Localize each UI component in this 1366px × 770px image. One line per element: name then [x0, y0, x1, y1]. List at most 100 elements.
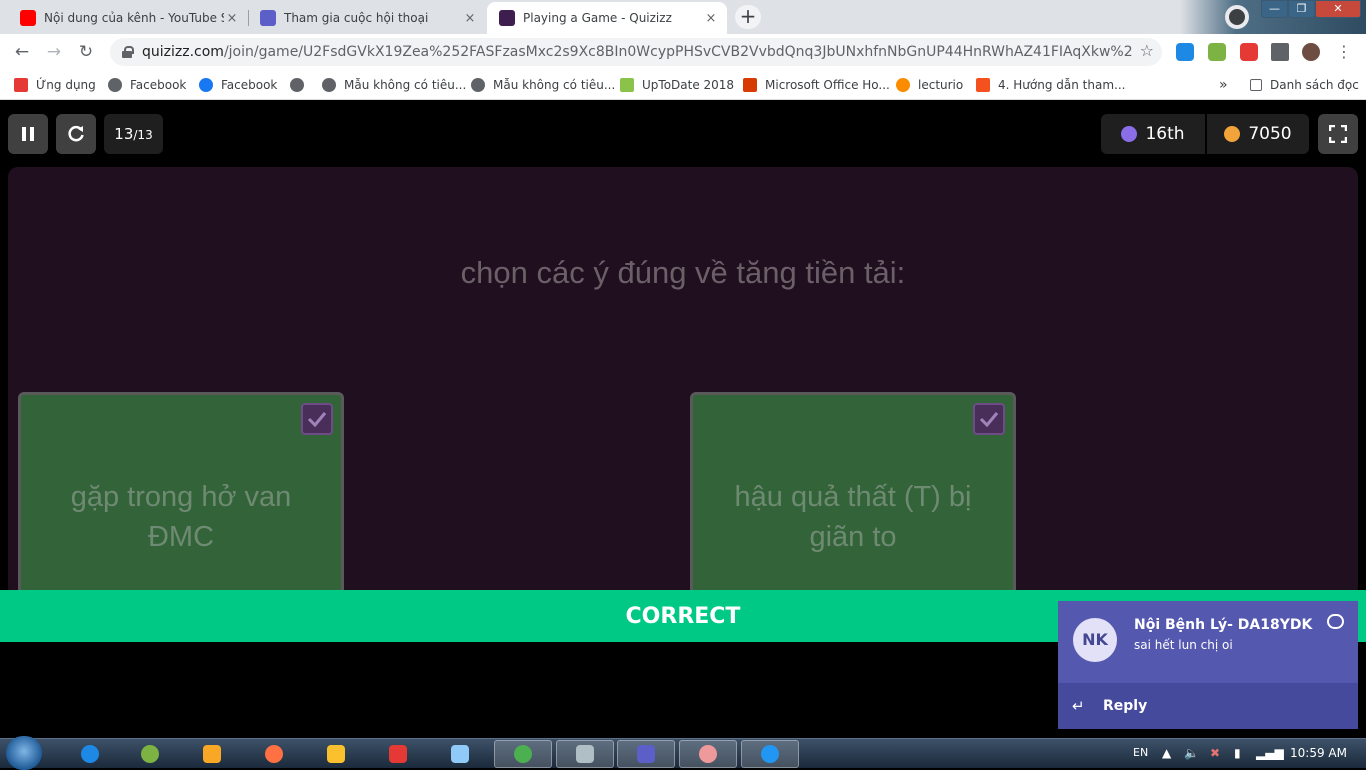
medal-icon [1121, 126, 1138, 142]
taskbar-app-2[interactable] [120, 740, 180, 768]
tab-quizizz[interactable]: Playing a Game - Quizizz × [487, 2, 727, 34]
taskbar-media[interactable] [182, 740, 242, 768]
pause-button[interactable] [8, 114, 48, 154]
refresh-icon [68, 125, 84, 142]
taskbar-notepad[interactable] [430, 740, 490, 768]
bookmark-globe[interactable] [290, 76, 312, 94]
taskbar-chrome[interactable] [494, 740, 552, 768]
globe-icon [322, 78, 336, 92]
bookmark-uptodate[interactable]: UpToDate 2018 [620, 76, 734, 94]
volume-icon[interactable]: 🔈 [1184, 746, 1199, 760]
maximize-button[interactable]: ❐ [1288, 0, 1315, 18]
signal-icon[interactable]: ▂▄▆ [1256, 746, 1284, 760]
taskbar-app-11[interactable] [679, 740, 737, 768]
tab-title: Playing a Game - Quizizz [523, 11, 672, 25]
profile-menu-icon[interactable] [1225, 5, 1249, 29]
app-icon [699, 745, 717, 763]
address-bar[interactable]: quizizz.com/join/game/U2FsdGVkX19Zea%252… [110, 38, 1162, 66]
quizizz-icon [499, 10, 515, 26]
start-button[interactable] [6, 736, 42, 770]
fullscreen-icon [1329, 125, 1347, 143]
bookmark-template-2[interactable]: Mẫu không có tiêu... [471, 76, 615, 94]
bookmark-guide[interactable]: 4. Hướng dẫn tham... [976, 76, 1125, 94]
option-text: hậu quả thất (T) bị giãn to [734, 481, 972, 553]
windows-taskbar: EN ▲ 🔈 ✖ ▮ ▂▄▆ 10:59 AM [0, 736, 1366, 770]
chrome-icon [514, 745, 532, 763]
taskbar-explorer[interactable] [306, 740, 366, 768]
score-value: 7050 [1248, 124, 1292, 144]
taskbar-ie[interactable] [60, 740, 120, 768]
close-tab-icon[interactable]: × [462, 11, 478, 26]
teams-icon [260, 10, 276, 26]
answer-option-2[interactable]: hậu quả thất (T) bị giãn to [690, 392, 1016, 612]
new-tab-button[interactable]: + [735, 5, 761, 29]
app-icon [389, 745, 407, 763]
tab-youtube-studio[interactable]: Nội dung của kênh - YouTube Studio × [8, 2, 248, 34]
tray-arrow-icon[interactable]: ▲ [1162, 746, 1171, 760]
extensions-puzzle-icon[interactable] [1271, 43, 1289, 61]
bookmark-lecturio[interactable]: lecturio [896, 76, 963, 94]
extension-grid-icon[interactable] [1240, 43, 1258, 61]
lecturio-icon [896, 78, 910, 92]
bookmark-facebook-1[interactable]: Facebook [108, 76, 186, 94]
app-icon [141, 745, 159, 763]
tab-strip: Nội dung của kênh - YouTube Studio × Tha… [0, 0, 1366, 34]
bookmark-template-1[interactable]: Mẫu không có tiêu... [322, 76, 466, 94]
teams-notification[interactable]: NK Nội Bệnh Lý- DA18YDK sai hết lun chị … [1058, 601, 1358, 729]
close-window-button[interactable]: ✕ [1315, 0, 1361, 18]
language-indicator[interactable]: EN [1133, 746, 1148, 759]
bookmark-facebook-2[interactable]: Facebook [199, 76, 277, 94]
extension-plant-icon[interactable] [1208, 43, 1226, 61]
taskbar-app-6[interactable] [368, 740, 428, 768]
reload-icon[interactable]: ↻ [74, 41, 98, 63]
taskbar-zalo[interactable] [741, 740, 799, 768]
checkbox-checked-icon [301, 403, 333, 435]
bookmark-apps[interactable]: Ứng dụng [14, 76, 96, 94]
close-tab-icon[interactable]: × [224, 11, 240, 26]
reading-list-button[interactable]: Danh sách đọc [1250, 76, 1359, 94]
answer-option-1[interactable]: gặp trong hở van ĐMC [18, 392, 344, 612]
back-icon[interactable]: ← [10, 41, 34, 63]
coins-icon [1224, 126, 1241, 142]
player-stats: 16th 7050 [1101, 114, 1309, 154]
profile-avatar[interactable] [1302, 43, 1320, 61]
bookmark-star-icon[interactable]: ☆ [1140, 41, 1154, 60]
apps-grid-icon [14, 78, 28, 92]
bookmark-label: Facebook [130, 78, 187, 92]
network-icon[interactable]: ✖ [1210, 746, 1220, 760]
bookmark-office[interactable]: Microsoft Office Ho... [743, 76, 890, 94]
folder-icon [327, 745, 345, 763]
url-host: quizizz.com [142, 44, 224, 60]
globe-icon [471, 78, 485, 92]
current-question: 13 [114, 125, 134, 143]
taskbar-app-9[interactable] [556, 740, 614, 768]
url-path: /join/game/U2FsdGVkX19Zea%252FASFzasMxc2… [223, 44, 1132, 60]
more-bookmarks-button[interactable]: » [1219, 76, 1228, 94]
clock[interactable]: 10:59 AM [1290, 746, 1347, 760]
tab-teams[interactable]: Tham gia cuộc hội thoại × [248, 2, 486, 34]
zalo-icon [761, 745, 779, 763]
internet-explorer-icon [81, 745, 99, 763]
fullscreen-button[interactable] [1318, 114, 1358, 154]
more-menu-icon[interactable]: ⋮ [1332, 41, 1356, 63]
notification-message: sai hết lun chị oi [1134, 638, 1233, 652]
battery-icon[interactable]: ▮ [1234, 746, 1241, 760]
media-player-icon [203, 745, 221, 763]
url-text[interactable]: quizizz.com/join/game/U2FsdGVkX19Zea%252… [142, 44, 1132, 60]
extension-drop-icon[interactable] [1176, 43, 1194, 61]
option-text: gặp trong hở van ĐMC [70, 481, 292, 553]
globe-icon [290, 78, 304, 92]
reply-button[interactable]: ↵ Reply [1058, 683, 1358, 729]
score-stat: 7050 [1205, 114, 1309, 154]
bookmarks-bar: Ứng dụng Facebook Facebook Mẫu không có … [0, 70, 1366, 100]
office-icon [743, 78, 757, 92]
bookmark-label: UpToDate 2018 [642, 78, 735, 92]
restart-button[interactable] [56, 114, 96, 154]
joomla-icon [976, 78, 990, 92]
taskbar-teams[interactable] [617, 740, 675, 768]
bookmark-label: lecturio [918, 78, 964, 92]
taskbar-firefox[interactable] [244, 740, 304, 768]
minimize-button[interactable]: — [1261, 0, 1288, 18]
close-tab-icon[interactable]: × [703, 11, 719, 26]
forward-icon[interactable]: → [42, 41, 66, 63]
